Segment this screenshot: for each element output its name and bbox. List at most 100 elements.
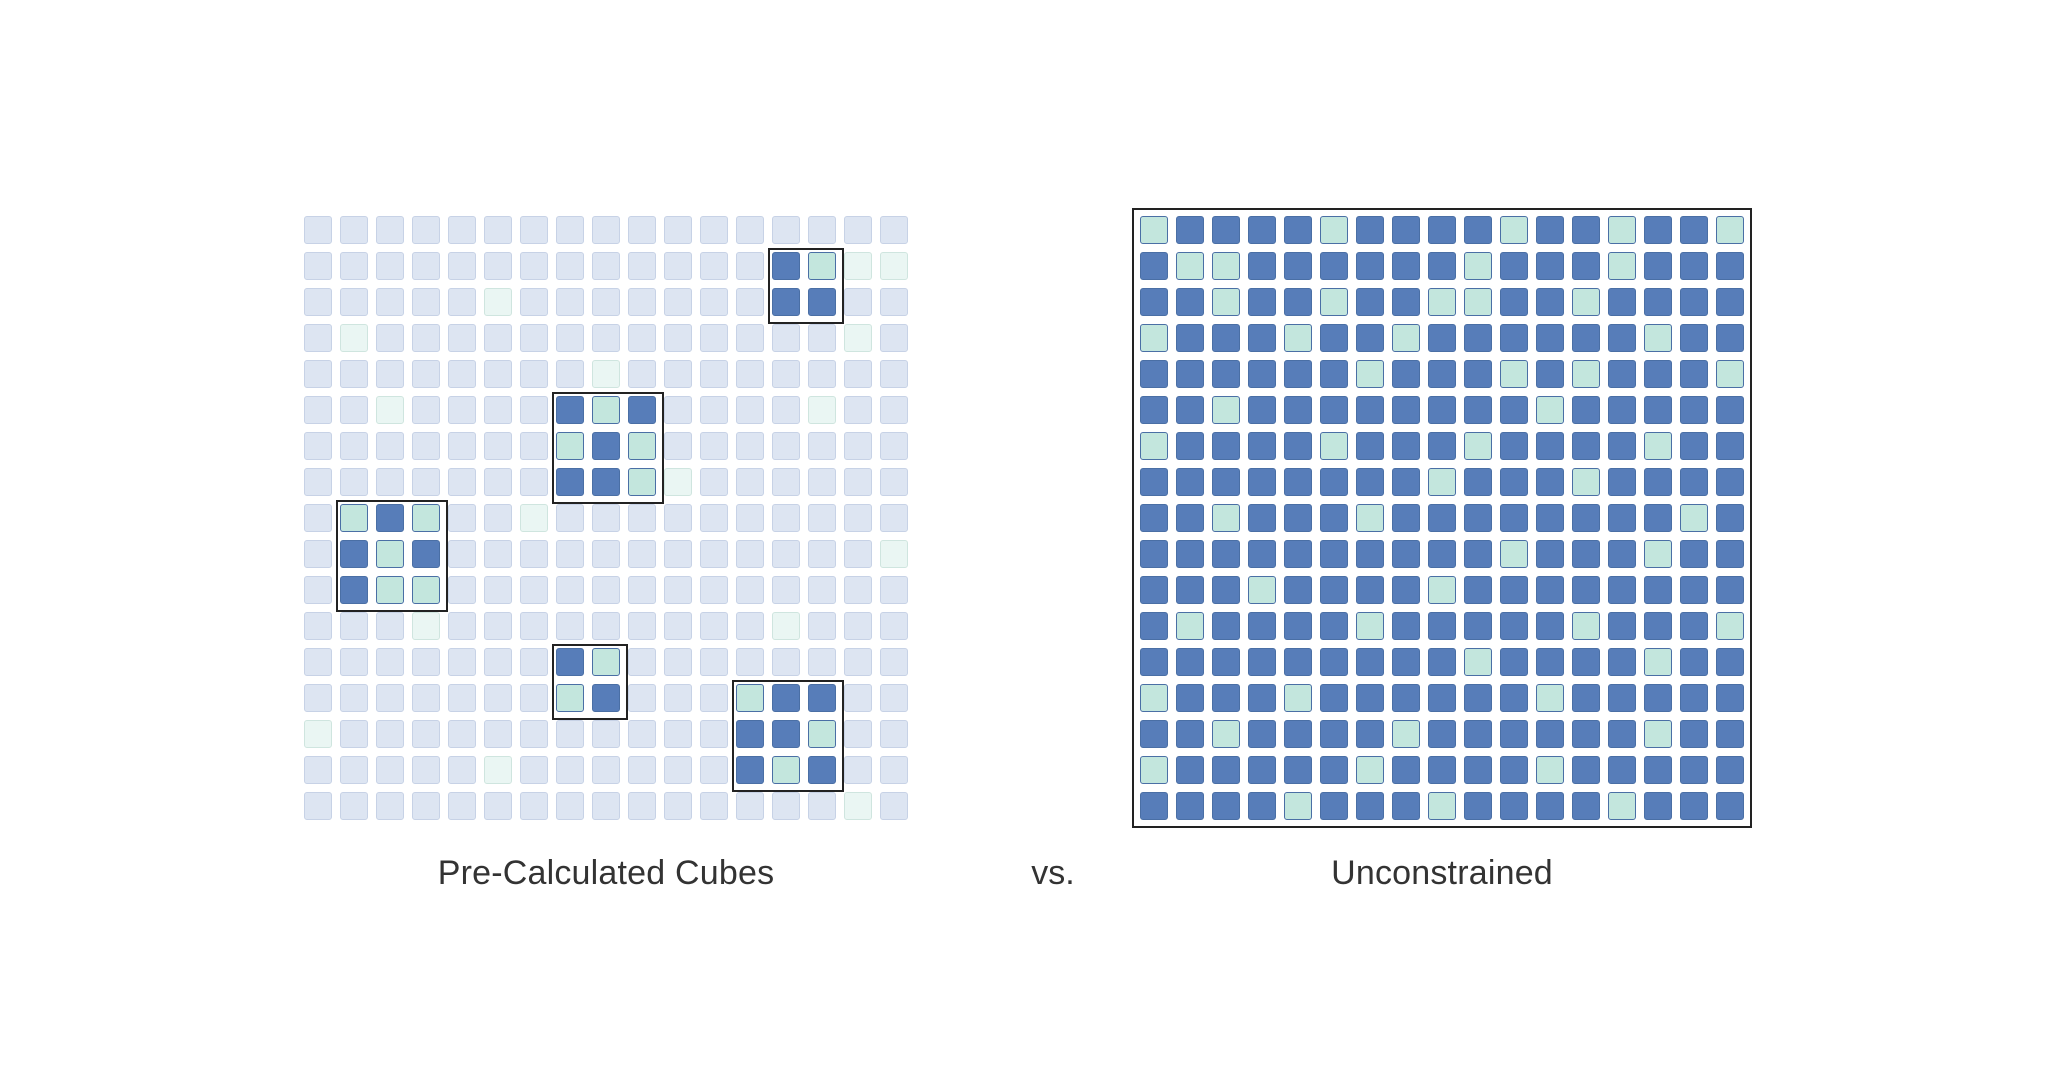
grid-cell <box>1140 540 1168 568</box>
grid-cell <box>1644 612 1672 640</box>
grid-cell <box>484 720 512 748</box>
grid-cell <box>1176 540 1204 568</box>
grid-cell <box>340 432 368 460</box>
grid-cell <box>1176 360 1204 388</box>
grid-cell <box>1356 288 1384 316</box>
grid-cell <box>340 504 368 532</box>
grid-cell <box>844 360 872 388</box>
grid-cell <box>1680 216 1708 244</box>
grid-cell <box>1572 396 1600 424</box>
grid-cell <box>628 360 656 388</box>
grid-cell <box>1716 288 1744 316</box>
grid-cell <box>1212 792 1240 820</box>
grid-cell <box>1212 324 1240 352</box>
grid-cell <box>1176 648 1204 676</box>
grid-cell <box>664 252 692 280</box>
grid-cell <box>880 288 908 316</box>
grid-cell <box>304 360 332 388</box>
grid-cell <box>1608 360 1636 388</box>
grid-cell <box>844 216 872 244</box>
grid-cell <box>1608 468 1636 496</box>
grid-cell <box>1176 504 1204 532</box>
grid-cell <box>1644 648 1672 676</box>
grid-cell <box>880 324 908 352</box>
grid-cell <box>1464 432 1492 460</box>
grid-cell <box>556 252 584 280</box>
grid-cell <box>448 576 476 604</box>
grid-cell <box>592 216 620 244</box>
grid-cell <box>1212 504 1240 532</box>
grid-cell <box>592 720 620 748</box>
grid-cell <box>1500 792 1528 820</box>
grid-cell <box>664 684 692 712</box>
grid-cell <box>304 288 332 316</box>
grid-cell <box>1500 216 1528 244</box>
grid-cell <box>1464 252 1492 280</box>
grid-cell <box>1320 576 1348 604</box>
grid-cell <box>1500 684 1528 712</box>
grid-cell <box>664 432 692 460</box>
grid-cell <box>376 792 404 820</box>
grid-cell <box>556 720 584 748</box>
left-grid-wrap <box>298 210 914 826</box>
grid-cell <box>808 540 836 568</box>
grid-cell <box>592 432 620 460</box>
grid-cell <box>1284 288 1312 316</box>
grid-cell <box>664 648 692 676</box>
grid-cell <box>376 720 404 748</box>
grid-cell <box>844 468 872 496</box>
grid-cell <box>1356 216 1384 244</box>
grid-cell <box>556 360 584 388</box>
grid-cell <box>484 756 512 784</box>
grid-cell <box>1176 792 1204 820</box>
grid-cell <box>340 576 368 604</box>
grid-cell <box>1320 468 1348 496</box>
grid-cell <box>1644 756 1672 784</box>
grid-cell <box>1644 216 1672 244</box>
grid-cell <box>1644 252 1672 280</box>
grid-cell <box>1716 576 1744 604</box>
grid-cell <box>1716 432 1744 460</box>
grid-cell <box>1356 684 1384 712</box>
grid-cell <box>1248 252 1276 280</box>
grid-cell <box>1500 540 1528 568</box>
panels-row: Pre-Calculated Cubes Unconstrained <box>0 210 2048 893</box>
grid-cell <box>1680 540 1708 568</box>
grid-cell <box>412 216 440 244</box>
grid-cell <box>1464 612 1492 640</box>
grid-cell <box>844 576 872 604</box>
grid-cell <box>1644 288 1672 316</box>
grid-cell <box>376 504 404 532</box>
grid-cell <box>664 360 692 388</box>
grid-cell <box>376 648 404 676</box>
grid-cell <box>304 324 332 352</box>
grid-cell <box>628 756 656 784</box>
grid-cell <box>520 396 548 424</box>
grid-cell <box>340 252 368 280</box>
grid-cell <box>1536 756 1564 784</box>
grid-cell <box>700 252 728 280</box>
grid-cell <box>340 792 368 820</box>
grid-cell <box>484 396 512 424</box>
grid-cell <box>700 540 728 568</box>
grid-cell <box>1608 252 1636 280</box>
grid-cell <box>1644 540 1672 568</box>
grid-cell <box>304 684 332 712</box>
grid-cell <box>1536 288 1564 316</box>
grid-cell <box>844 612 872 640</box>
grid-cell <box>1248 720 1276 748</box>
grid-cell <box>1608 684 1636 712</box>
grid-cell <box>1356 540 1384 568</box>
grid-cell <box>1284 504 1312 532</box>
grid-cell <box>808 504 836 532</box>
grid-cell <box>700 576 728 604</box>
grid-cell <box>844 756 872 784</box>
grid-cell <box>1320 360 1348 388</box>
grid-cell <box>340 612 368 640</box>
grid-cell <box>1176 324 1204 352</box>
grid-cell <box>628 720 656 748</box>
grid-cell <box>1284 684 1312 712</box>
grid-cell <box>484 216 512 244</box>
grid-cell <box>1248 432 1276 460</box>
grid-cell <box>304 504 332 532</box>
